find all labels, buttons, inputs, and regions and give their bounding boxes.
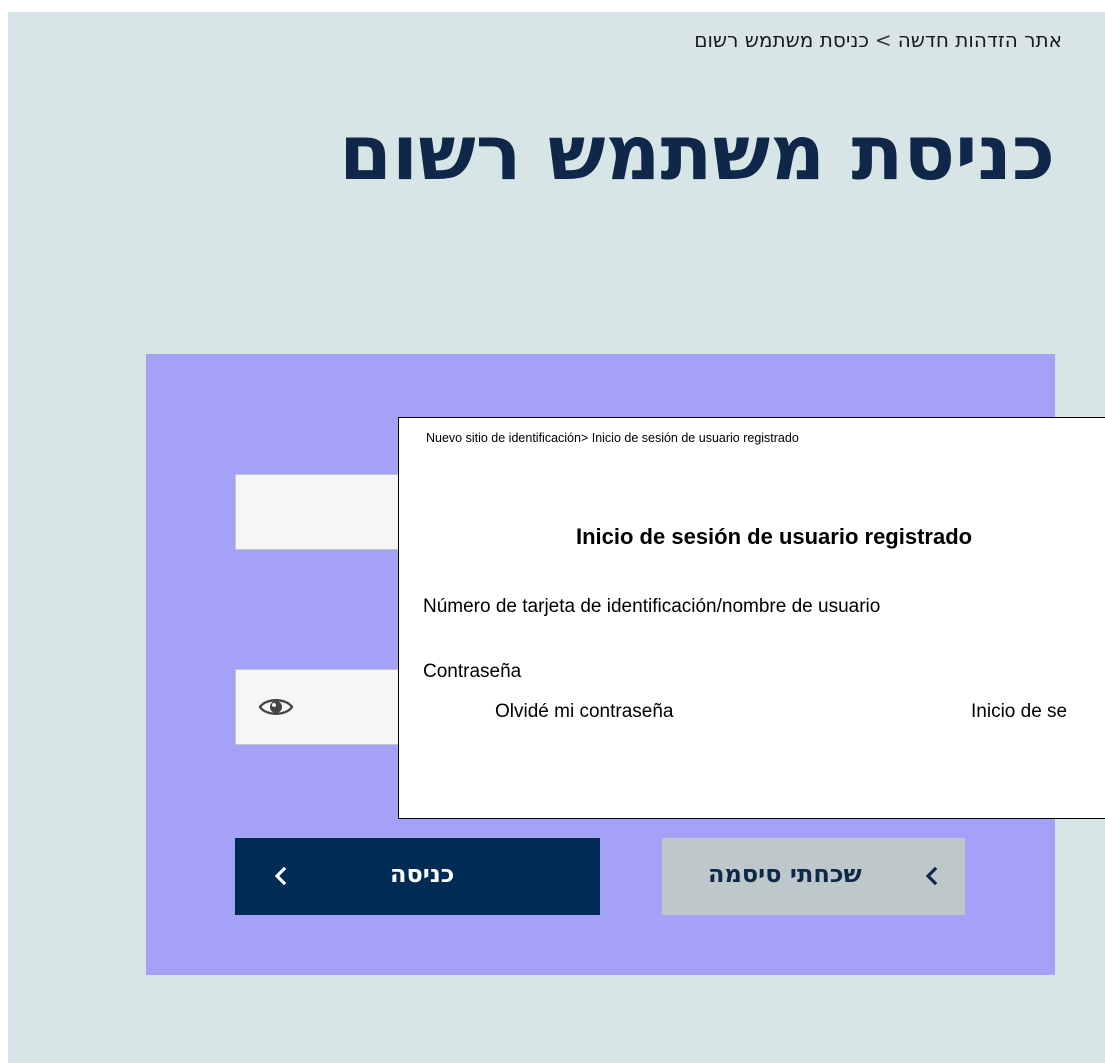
overlay-forgot-password[interactable]: Olvidé mi contraseña bbox=[495, 701, 673, 723]
overlay-breadcrumb: Nuevo sitio de identificación> Inicio de… bbox=[426, 431, 799, 445]
overlay-login[interactable]: Inicio de se bbox=[971, 701, 1067, 723]
overlay-title: Inicio de sesión de usuario registrado bbox=[576, 524, 973, 549]
translation-overlay: Nuevo sitio de identificación> Inicio de… bbox=[398, 417, 1105, 819]
overlay-clip: Nuevo sitio de identificación> Inicio de… bbox=[0, 0, 1105, 1063]
overlay-username-label: Número de tarjeta de identificación/nomb… bbox=[423, 596, 881, 617]
overlay-password-label: Contraseña bbox=[423, 661, 522, 682]
